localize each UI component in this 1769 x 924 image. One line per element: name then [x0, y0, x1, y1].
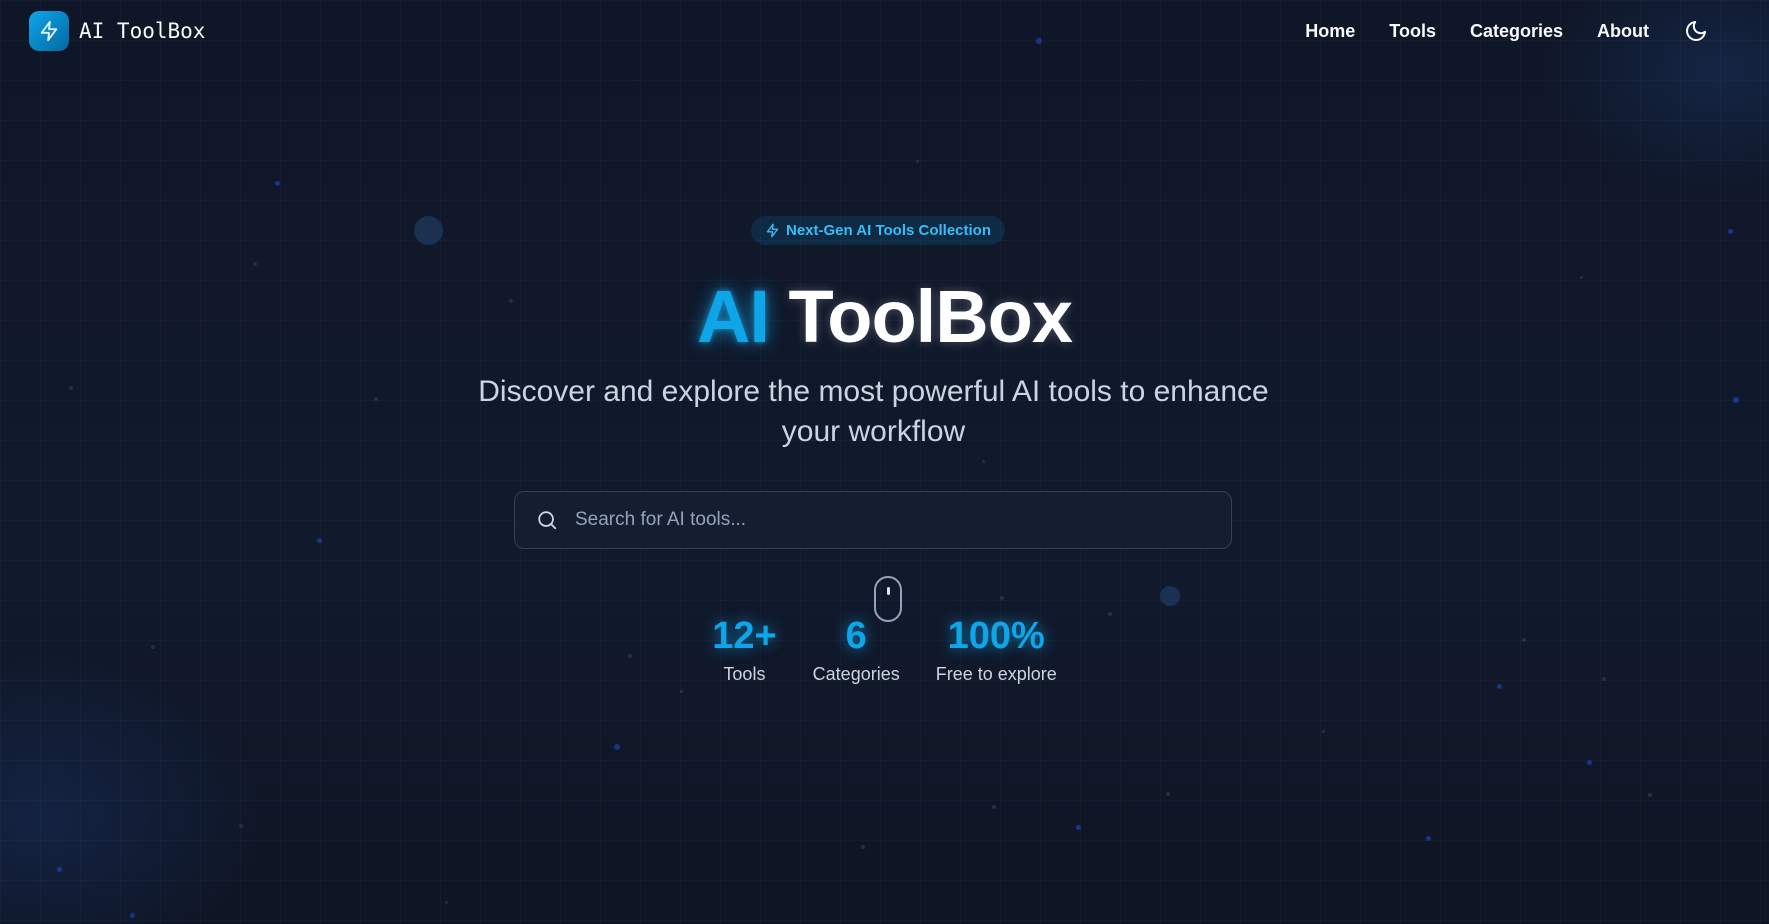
- floating-bubble: [1160, 586, 1180, 606]
- particle: [1426, 836, 1431, 841]
- search-input[interactable]: [573, 508, 1231, 532]
- nav-link-tools[interactable]: Tools: [1389, 21, 1436, 42]
- lightning-bolt-icon: [29, 11, 69, 51]
- nav-links: Home Tools Categories About: [1271, 18, 1709, 44]
- particle: [1728, 229, 1733, 234]
- hero-subtitle: Discover and explore the most powerful A…: [478, 375, 1269, 448]
- moon-icon: [1686, 21, 1706, 41]
- particle: [239, 824, 243, 828]
- particle: [317, 538, 322, 543]
- stat-value: 12+: [712, 615, 777, 657]
- particle: [374, 397, 378, 401]
- particle: [1166, 792, 1170, 796]
- stat-value: 6: [845, 615, 867, 657]
- particle: [1000, 596, 1004, 600]
- hero-title-accent: AI: [696, 275, 770, 358]
- hero-badge-text: Next-Gen AI Tools Collection: [786, 222, 992, 239]
- nav-link-home[interactable]: Home: [1305, 21, 1355, 42]
- lightning-bolt-icon: [766, 223, 779, 238]
- mouse-wheel: [887, 587, 890, 595]
- page: AI ToolBox Home Tools Categories About N…: [0, 0, 1769, 924]
- stat-value: 100%: [947, 615, 1045, 657]
- particle: [445, 901, 448, 904]
- hero-title-rest: ToolBox: [788, 275, 1073, 358]
- particle: [130, 913, 135, 918]
- particle: [57, 867, 62, 872]
- hero-badge: Next-Gen AI Tools Collection: [751, 216, 1006, 245]
- particle: [1322, 730, 1325, 733]
- particle: [861, 845, 865, 849]
- theme-toggle-button[interactable]: [1683, 18, 1709, 44]
- particle: [1076, 825, 1081, 830]
- particle: [614, 744, 620, 750]
- stat-free: 100% Free to explore: [936, 612, 1057, 685]
- search-icon: [535, 508, 559, 532]
- stat-categories: 6 Categories: [813, 612, 900, 685]
- nav-link-categories[interactable]: Categories: [1470, 21, 1563, 42]
- top-nav: AI ToolBox Home Tools Categories About: [0, 0, 1769, 64]
- particle: [1733, 397, 1739, 403]
- search-bar[interactable]: [514, 491, 1232, 549]
- particle: [253, 262, 257, 266]
- stat-label: Tools: [723, 664, 766, 684]
- hero-title: AI ToolBox: [0, 272, 1769, 362]
- stat-label: Categories: [812, 664, 900, 684]
- particle: [69, 386, 73, 390]
- particle: [1648, 793, 1652, 797]
- particle: [916, 160, 919, 163]
- stats-row: 12+ Tools 6 Categories 100% Free to expl…: [0, 612, 1769, 685]
- particle: [275, 181, 280, 186]
- particle: [982, 460, 985, 463]
- background-grid: [0, 0, 1769, 924]
- nav-link-about[interactable]: About: [1597, 21, 1649, 42]
- stat-label: Free to explore: [935, 664, 1057, 684]
- brand-name: AI ToolBox: [79, 19, 206, 43]
- particle: [992, 805, 996, 809]
- brand-logo[interactable]: AI ToolBox: [29, 11, 205, 51]
- particle: [1587, 760, 1592, 765]
- particle: [680, 690, 683, 693]
- floating-bubble: [414, 216, 443, 245]
- stat-tools: 12+ Tools: [712, 612, 776, 685]
